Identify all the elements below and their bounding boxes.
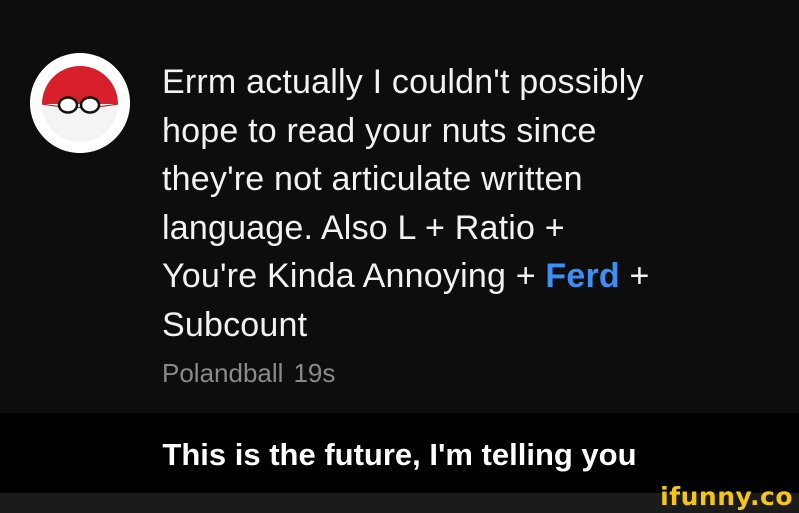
comment-line: they're not articulate written	[162, 160, 583, 199]
comment-card: Errm actually I couldn't possibly hope t…	[0, 0, 799, 413]
comment-line: language. Also L + Ratio +	[162, 208, 565, 247]
comment-line: hope to read your nuts since	[162, 111, 597, 150]
comment-meta: Polandball 19s	[162, 358, 335, 389]
ifunny-watermark: ifunny.co	[660, 482, 793, 511]
caption-bar: This is the future, I'm telling you	[0, 413, 799, 493]
comment-line: Errm actually I couldn't possibly	[162, 63, 644, 101]
meme-caption: This is the future, I'm telling you	[162, 437, 637, 472]
comment-line: Subcount	[162, 305, 308, 344]
comment-text: Errm actually I couldn't possibly hope t…	[162, 58, 782, 350]
author-name[interactable]: Polandball	[162, 358, 283, 388]
comment-line: You're Kinda Annoying +	[162, 257, 546, 296]
polandball-avatar-icon[interactable]	[30, 53, 130, 153]
user-mention-link[interactable]: Ferd	[545, 257, 619, 295]
meme-frame: Errm actually I couldn't possibly hope t…	[0, 0, 799, 513]
comment-timestamp: 19s	[293, 358, 336, 388]
comment-line: +	[619, 257, 650, 296]
